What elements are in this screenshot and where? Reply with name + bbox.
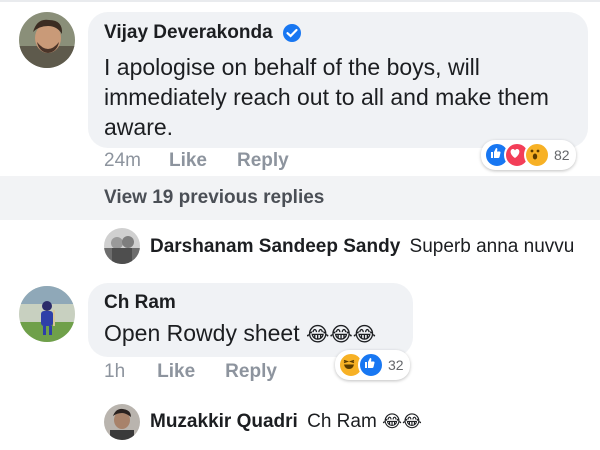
reply-line: Darshanam Sandeep Sandy Superb anna nuvv… xyxy=(150,236,574,258)
author-name[interactable]: Vijay Deverakonda xyxy=(104,22,273,43)
comment-text-line: Open Rowdy sheet 😂😂😂 xyxy=(104,318,376,350)
reply-line: Muzakkir Quadri Ch Ram 😂😂 xyxy=(150,411,422,433)
reply-text: Ch Ram xyxy=(307,411,377,432)
reactions-summary[interactable]: 32 xyxy=(335,350,410,380)
reactions-summary[interactable]: 82 xyxy=(481,140,576,170)
comment-text: Open Rowdy sheet xyxy=(104,320,300,346)
top-divider xyxy=(0,0,600,2)
comment-author[interactable]: Ch Ram xyxy=(104,292,176,314)
like-button[interactable]: Like xyxy=(169,150,207,172)
view-previous-replies-bar: View 19 previous replies xyxy=(0,176,600,220)
comment-author[interactable]: Vijay Deverakonda xyxy=(104,22,273,44)
reply-button[interactable]: Reply xyxy=(225,361,277,383)
reply-author[interactable]: Darshanam Sandeep Sandy xyxy=(150,236,400,257)
timestamp[interactable]: 1h xyxy=(104,361,125,383)
reaction-count: 32 xyxy=(388,357,404,373)
avatar-muzakkir[interactable] xyxy=(104,404,140,440)
reaction-count: 82 xyxy=(554,147,570,163)
like-icon xyxy=(358,352,384,378)
avatar-darshanam[interactable] xyxy=(104,228,140,264)
view-previous-replies-link[interactable]: View 19 previous replies xyxy=(104,187,324,209)
avatar-vijay[interactable] xyxy=(19,12,75,68)
like-button[interactable]: Like xyxy=(157,361,195,383)
laughing-emoji: 😂😂😂 xyxy=(306,324,377,346)
verified-badge-icon xyxy=(283,24,301,42)
reply-button[interactable]: Reply xyxy=(237,150,289,172)
comment-actions: 1h Like Reply xyxy=(104,361,277,383)
comment-actions: 24m Like Reply xyxy=(104,150,289,172)
wow-icon xyxy=(524,142,550,168)
laughing-emoji: 😂😂 xyxy=(382,412,422,431)
reply-author[interactable]: Muzakkir Quadri xyxy=(150,411,298,432)
reply-text: Superb anna nuvvu xyxy=(409,236,575,257)
timestamp[interactable]: 24m xyxy=(104,150,141,172)
avatar-ch-ram[interactable] xyxy=(19,286,75,342)
comment-text: I apologise on behalf of the boys, will … xyxy=(104,54,549,140)
